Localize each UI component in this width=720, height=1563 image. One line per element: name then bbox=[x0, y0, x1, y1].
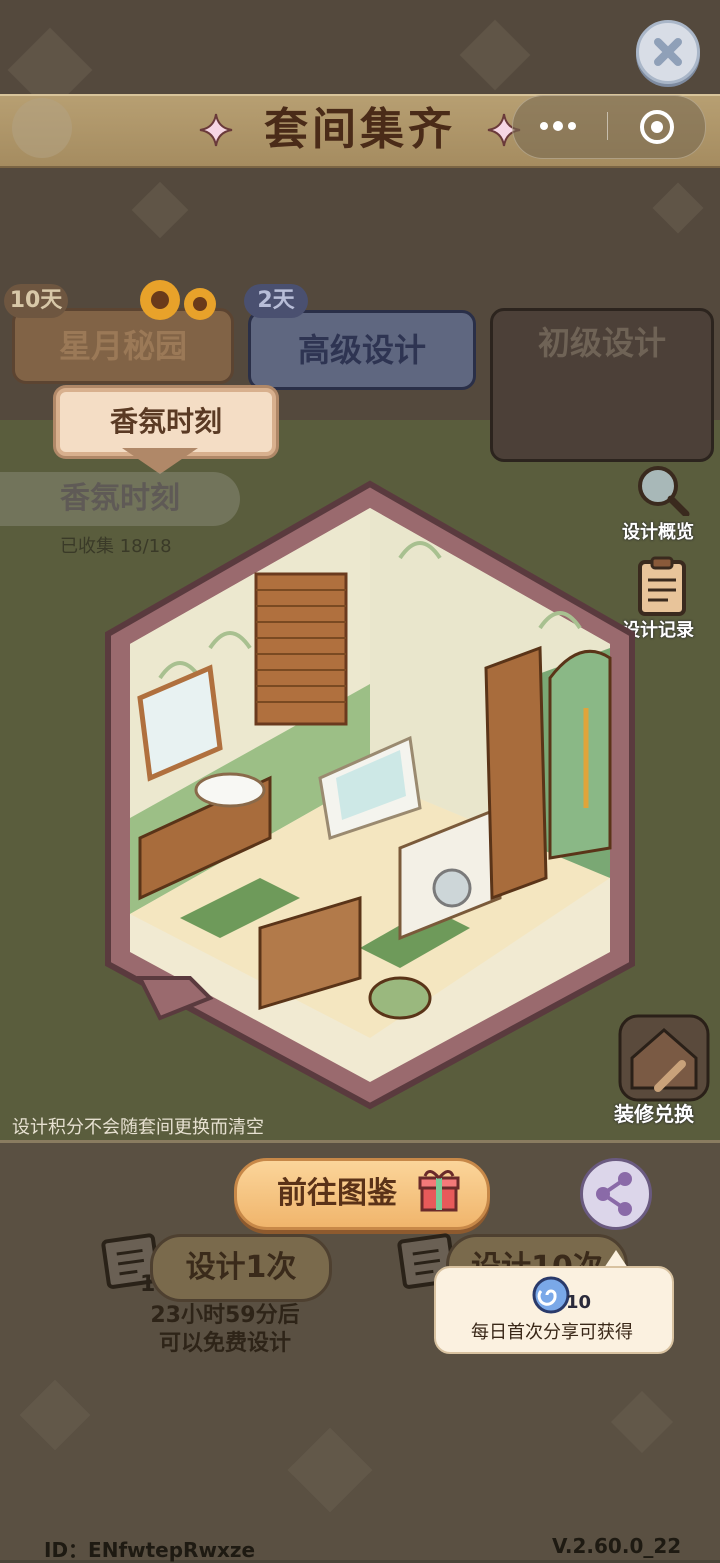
tab-chuji[interactable]: 初级设计 bbox=[490, 308, 714, 462]
close-icon bbox=[654, 38, 682, 66]
section-divider bbox=[0, 1140, 720, 1143]
design-once-label: 设计1次 bbox=[185, 1250, 297, 1285]
back-icon[interactable] bbox=[12, 98, 72, 158]
subtab-xiangfen[interactable]: 香氛时刻 bbox=[56, 388, 276, 456]
page-title: 套间集齐 bbox=[264, 104, 456, 155]
capsule-divider bbox=[607, 112, 608, 140]
magnifier-icon bbox=[638, 466, 690, 516]
points-notice: 设计积分不会随套间更换而清空 bbox=[12, 1117, 264, 1138]
share-button[interactable] bbox=[580, 1158, 652, 1230]
subtab-pointer bbox=[122, 448, 198, 474]
days-badge: 2天 bbox=[244, 284, 308, 318]
reward-count: 10 bbox=[566, 1292, 592, 1313]
room-illustration bbox=[105, 480, 635, 1110]
sunflower-icon bbox=[140, 280, 216, 320]
player-id: ID：ENfwtepRwxze bbox=[44, 1538, 256, 1562]
free-text: 可以免费设计 bbox=[158, 1331, 291, 1356]
version-label: V.2.60.0_22 bbox=[552, 1534, 682, 1558]
design-once-button[interactable]: 设计1次 bbox=[150, 1234, 332, 1302]
tab-gaoji[interactable]: 高级设计 bbox=[248, 310, 476, 390]
spiral-token-icon bbox=[532, 1276, 570, 1314]
target-icon[interactable] bbox=[638, 108, 676, 146]
close-button[interactable] bbox=[636, 20, 700, 84]
go-to-catalog-label: 前往图鉴 bbox=[277, 1176, 397, 1211]
gift-icon bbox=[418, 1170, 460, 1212]
free-timer: 23小时59分后 bbox=[150, 1303, 300, 1328]
free-design-timer: 23小时59分后 可以免费设计 bbox=[120, 1302, 330, 1358]
clipboard-icon bbox=[638, 556, 686, 616]
more-dots-icon[interactable] bbox=[536, 114, 580, 138]
share-reward-text: 每日首次分享可获得 bbox=[471, 1322, 633, 1343]
share-icon bbox=[596, 1172, 632, 1216]
days-badge: 10天 bbox=[4, 284, 68, 318]
